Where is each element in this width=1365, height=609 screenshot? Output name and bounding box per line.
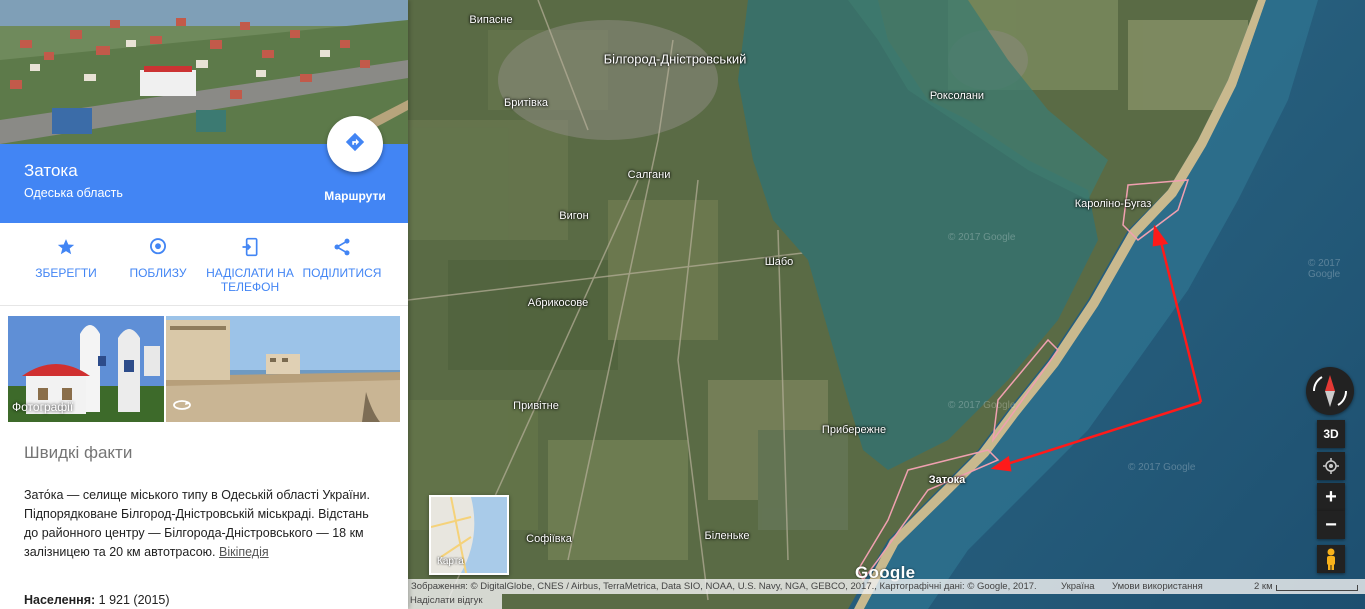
directions-button[interactable] [327, 116, 383, 172]
watermark: © 2017 Google [1308, 258, 1341, 280]
scale-label: 2 км [1254, 581, 1273, 592]
share-label: ПОДІЛИТИСЯ [302, 266, 382, 280]
watermark: © 2017 Google [948, 400, 1016, 411]
save-label: ЗБЕРЕГТИ [35, 266, 97, 280]
nearby-label: ПОБЛИЗУ [129, 266, 187, 280]
map-label[interactable]: Абрикосове [528, 297, 589, 309]
wikipedia-link[interactable]: Вікіпедія [219, 545, 269, 559]
3d-button[interactable]: 3D [1317, 420, 1345, 448]
star-icon [21, 235, 111, 259]
photos-thumbnail[interactable]: Фотографії [8, 316, 164, 422]
quick-facts-title: Швидкі факти [24, 443, 133, 462]
watermark: © 2017 Google [1128, 462, 1196, 473]
share-icon [297, 235, 387, 259]
satellite-map[interactable]: © 2017 Google © 2017 Google © 2017 Googl… [408, 0, 1365, 609]
street-view-pegman[interactable] [1317, 545, 1345, 573]
place-header: Затока Одеська область Маршрути [0, 116, 408, 223]
map-footer: Зображення: © DigitalGlobe, CNES / Airbu… [408, 579, 1365, 594]
terms-link[interactable]: Умови використання [1112, 579, 1203, 594]
send-to-phone-icon [205, 235, 295, 259]
map-label[interactable]: Біленьке [704, 530, 749, 542]
country-label: Україна [1061, 581, 1095, 592]
map-label[interactable]: Білгород-Дністровський [604, 52, 747, 67]
imagery-attribution: Зображення: © DigitalGlobe, CNES / Airbu… [411, 581, 1037, 592]
feedback-link[interactable]: Надіслати відгук [408, 594, 502, 609]
my-location-icon [1323, 458, 1339, 474]
quick-facts-body: Зато́ка — селище міського типу в Одеські… [24, 488, 371, 559]
zoom-out-button[interactable]: − [1317, 511, 1345, 539]
nearby-pin-icon [113, 235, 203, 259]
place-title: Затока [24, 161, 78, 180]
population-value: 1 921 (2015) [98, 593, 170, 607]
map-label[interactable]: Вигон [559, 210, 588, 222]
pegman-icon [1327, 548, 1335, 570]
map-label-selected[interactable]: Затока [929, 474, 966, 486]
share-button[interactable]: ПОДІЛИТИСЯ [297, 235, 387, 280]
my-location-button[interactable] [1317, 452, 1345, 480]
directions-icon [344, 131, 366, 158]
photos-label: Фотографії [12, 400, 74, 414]
action-bar: ЗБЕРЕГТИ ПОБЛИЗУ НАДІСЛАТИ НА ТЕЛЕФОН ПО… [0, 223, 408, 306]
map-type-toggle[interactable]: Карта [429, 495, 509, 575]
map-label[interactable]: Прибережне [822, 424, 886, 436]
map-label[interactable]: Бритівка [504, 97, 548, 109]
population-label: Населення: [24, 593, 96, 607]
panorama-thumbnail[interactable] [166, 316, 400, 422]
compass-button[interactable] [1306, 367, 1354, 415]
map-label[interactable]: Салгани [628, 169, 671, 181]
nearby-button[interactable]: ПОБЛИЗУ [113, 235, 203, 280]
zoom-in-button[interactable]: + [1317, 483, 1345, 511]
send-to-phone-button[interactable]: НАДІСЛАТИ НА ТЕЛЕФОН [205, 235, 295, 294]
send-to-phone-label: НАДІСЛАТИ НА ТЕЛЕФОН [206, 266, 294, 294]
compass-icon [1312, 375, 1348, 407]
quick-facts-text: Зато́ка — селище міського типу в Одеські… [24, 486, 374, 562]
map-type-label: Карта [437, 556, 464, 567]
map-label[interactable]: Софіївка [526, 533, 572, 545]
population-row: Населення: 1 921 (2015) [24, 593, 170, 607]
save-button[interactable]: ЗБЕРЕГТИ [21, 235, 111, 280]
panorama-icon [172, 398, 192, 416]
map-label[interactable]: Кароліно-Бугаз [1075, 198, 1152, 210]
directions-label[interactable]: Маршрути [310, 189, 400, 203]
map-label[interactable]: Привітне [513, 400, 559, 412]
place-panel: Затока Одеська область Маршрути ЗБЕРЕГТИ… [0, 0, 408, 609]
map-label[interactable]: Роксолани [930, 90, 984, 102]
map-label[interactable]: Випасне [469, 14, 512, 26]
watermark: © 2017 Google [948, 232, 1016, 243]
map-label[interactable]: Шабо [765, 256, 794, 268]
scale-bar [1276, 585, 1358, 591]
place-region: Одеська область [24, 186, 123, 200]
photo-strip: Фотографії [8, 316, 400, 422]
